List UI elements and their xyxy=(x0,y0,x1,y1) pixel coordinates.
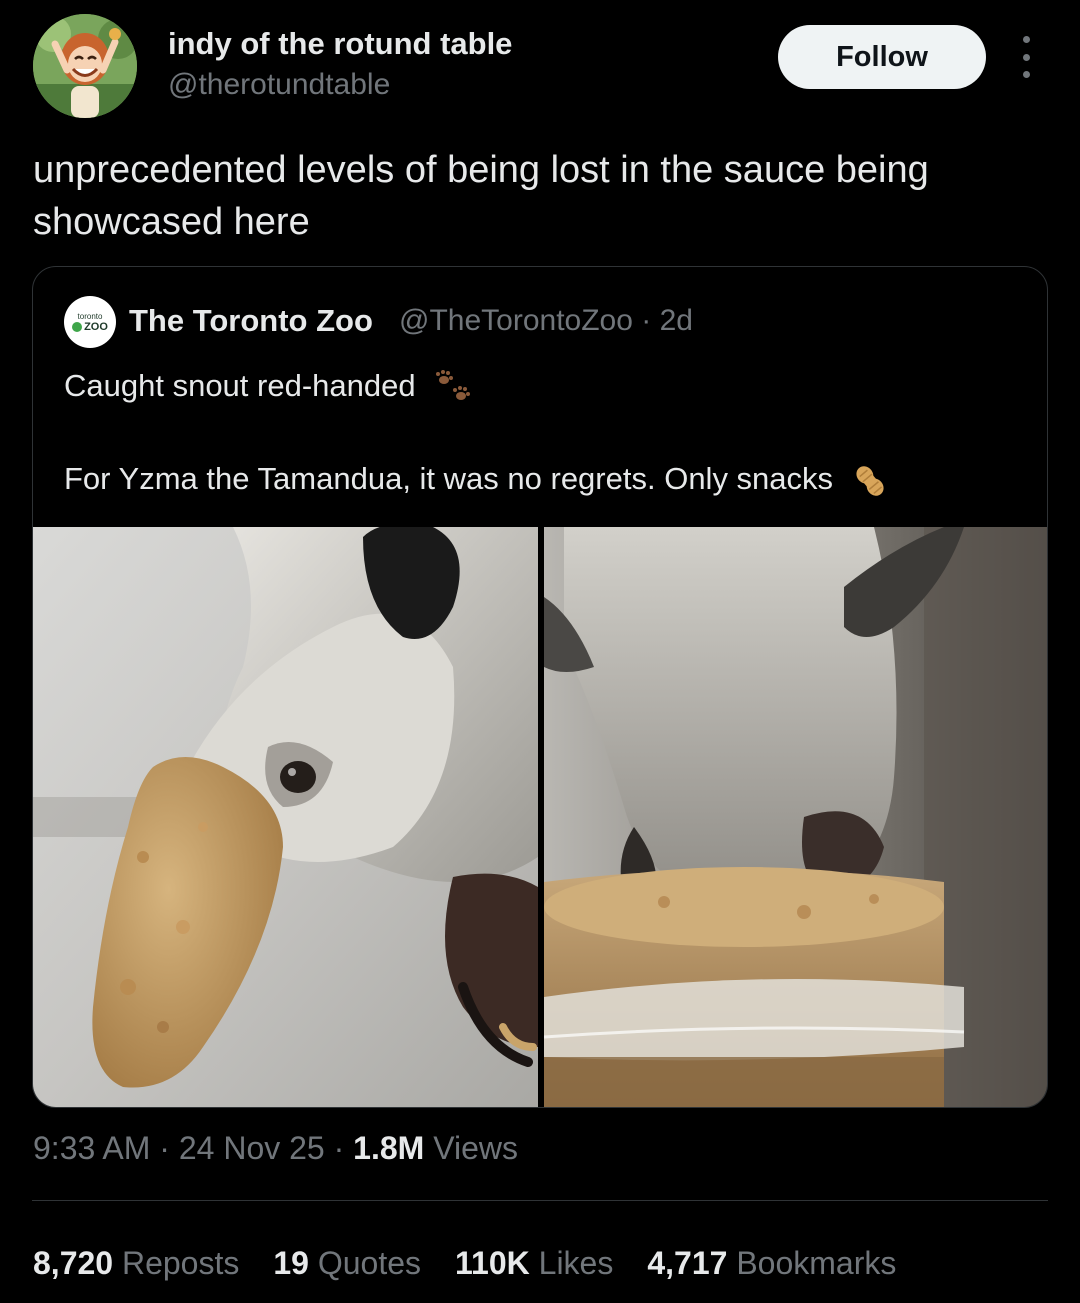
peanut-emoji-icon xyxy=(856,466,884,496)
bookmarks-count: 4,717 xyxy=(647,1245,728,1281)
tweet-photo-jar[interactable] xyxy=(544,527,1047,1107)
stat-likes[interactable]: 110K Likes xyxy=(455,1245,613,1282)
stat-reposts[interactable]: 8,720 Reposts xyxy=(33,1245,239,1282)
quoted-author-avatar[interactable]: toronto ZOO xyxy=(64,296,116,348)
tweet-meta: 9:33 AM · 24 Nov 25 · 1.8M Views xyxy=(33,1130,518,1166)
quoted-tweet-line-2-text: For Yzma the Tamandua, it was no regrets… xyxy=(64,461,834,496)
quoted-tweet-line-2: For Yzma the Tamandua, it was no regrets… xyxy=(64,461,888,499)
author-handle[interactable]: @therotundtable xyxy=(168,68,390,102)
quoted-author-name[interactable]: The Toronto Zoo xyxy=(129,303,373,339)
zoo-logo-icon: toronto ZOO xyxy=(72,312,108,332)
author-avatar[interactable] xyxy=(33,14,137,118)
zoo-logo-label: ZOO xyxy=(84,320,108,333)
quoted-tweet-card[interactable]: toronto ZOO The Toronto Zoo @TheTorontoZ… xyxy=(32,266,1048,1108)
views-count: 1.8M xyxy=(353,1130,425,1166)
stat-quotes[interactable]: 19 Quotes xyxy=(273,1245,421,1282)
tweet-text: unprecedented levels of being lost in th… xyxy=(33,149,929,243)
engagement-stats: 8,720 Reposts 19 Quotes 110K Likes 4,717… xyxy=(33,1245,930,1282)
quotes-label: Quotes xyxy=(317,1245,422,1281)
reposts-label: Reposts xyxy=(121,1245,240,1281)
likes-label: Likes xyxy=(538,1245,614,1281)
cartoon-character-avatar-icon xyxy=(33,14,137,118)
bookmarks-label: Bookmarks xyxy=(736,1245,897,1281)
follow-button[interactable]: Follow xyxy=(778,25,986,89)
more-options-icon[interactable] xyxy=(1008,36,1044,78)
likes-count: 110K xyxy=(455,1245,530,1281)
stat-bookmarks[interactable]: 4,717 Bookmarks xyxy=(647,1245,896,1282)
quotes-count: 19 xyxy=(273,1245,309,1281)
views-label: Views xyxy=(433,1130,518,1166)
zoo-logo-bottom-text: ZOO xyxy=(72,320,108,333)
tweet-time[interactable]: 9:33 AM xyxy=(33,1130,150,1166)
paw-prints-emoji-icon xyxy=(436,369,471,400)
tweet-photo-snout[interactable] xyxy=(33,527,538,1107)
quoted-tweet-line-1: Caught snout red-handed xyxy=(64,368,474,406)
quoted-author-handle-time: @TheTorontoZoo · 2d xyxy=(399,304,693,337)
quoted-tweet-line-1-text: Caught snout red-handed xyxy=(64,368,416,403)
divider xyxy=(32,1200,1048,1201)
reposts-count: 8,720 xyxy=(33,1245,114,1281)
author-display-name[interactable]: indy of the rotund table xyxy=(168,26,512,62)
tweet-date[interactable]: 24 Nov 25 xyxy=(179,1130,325,1166)
